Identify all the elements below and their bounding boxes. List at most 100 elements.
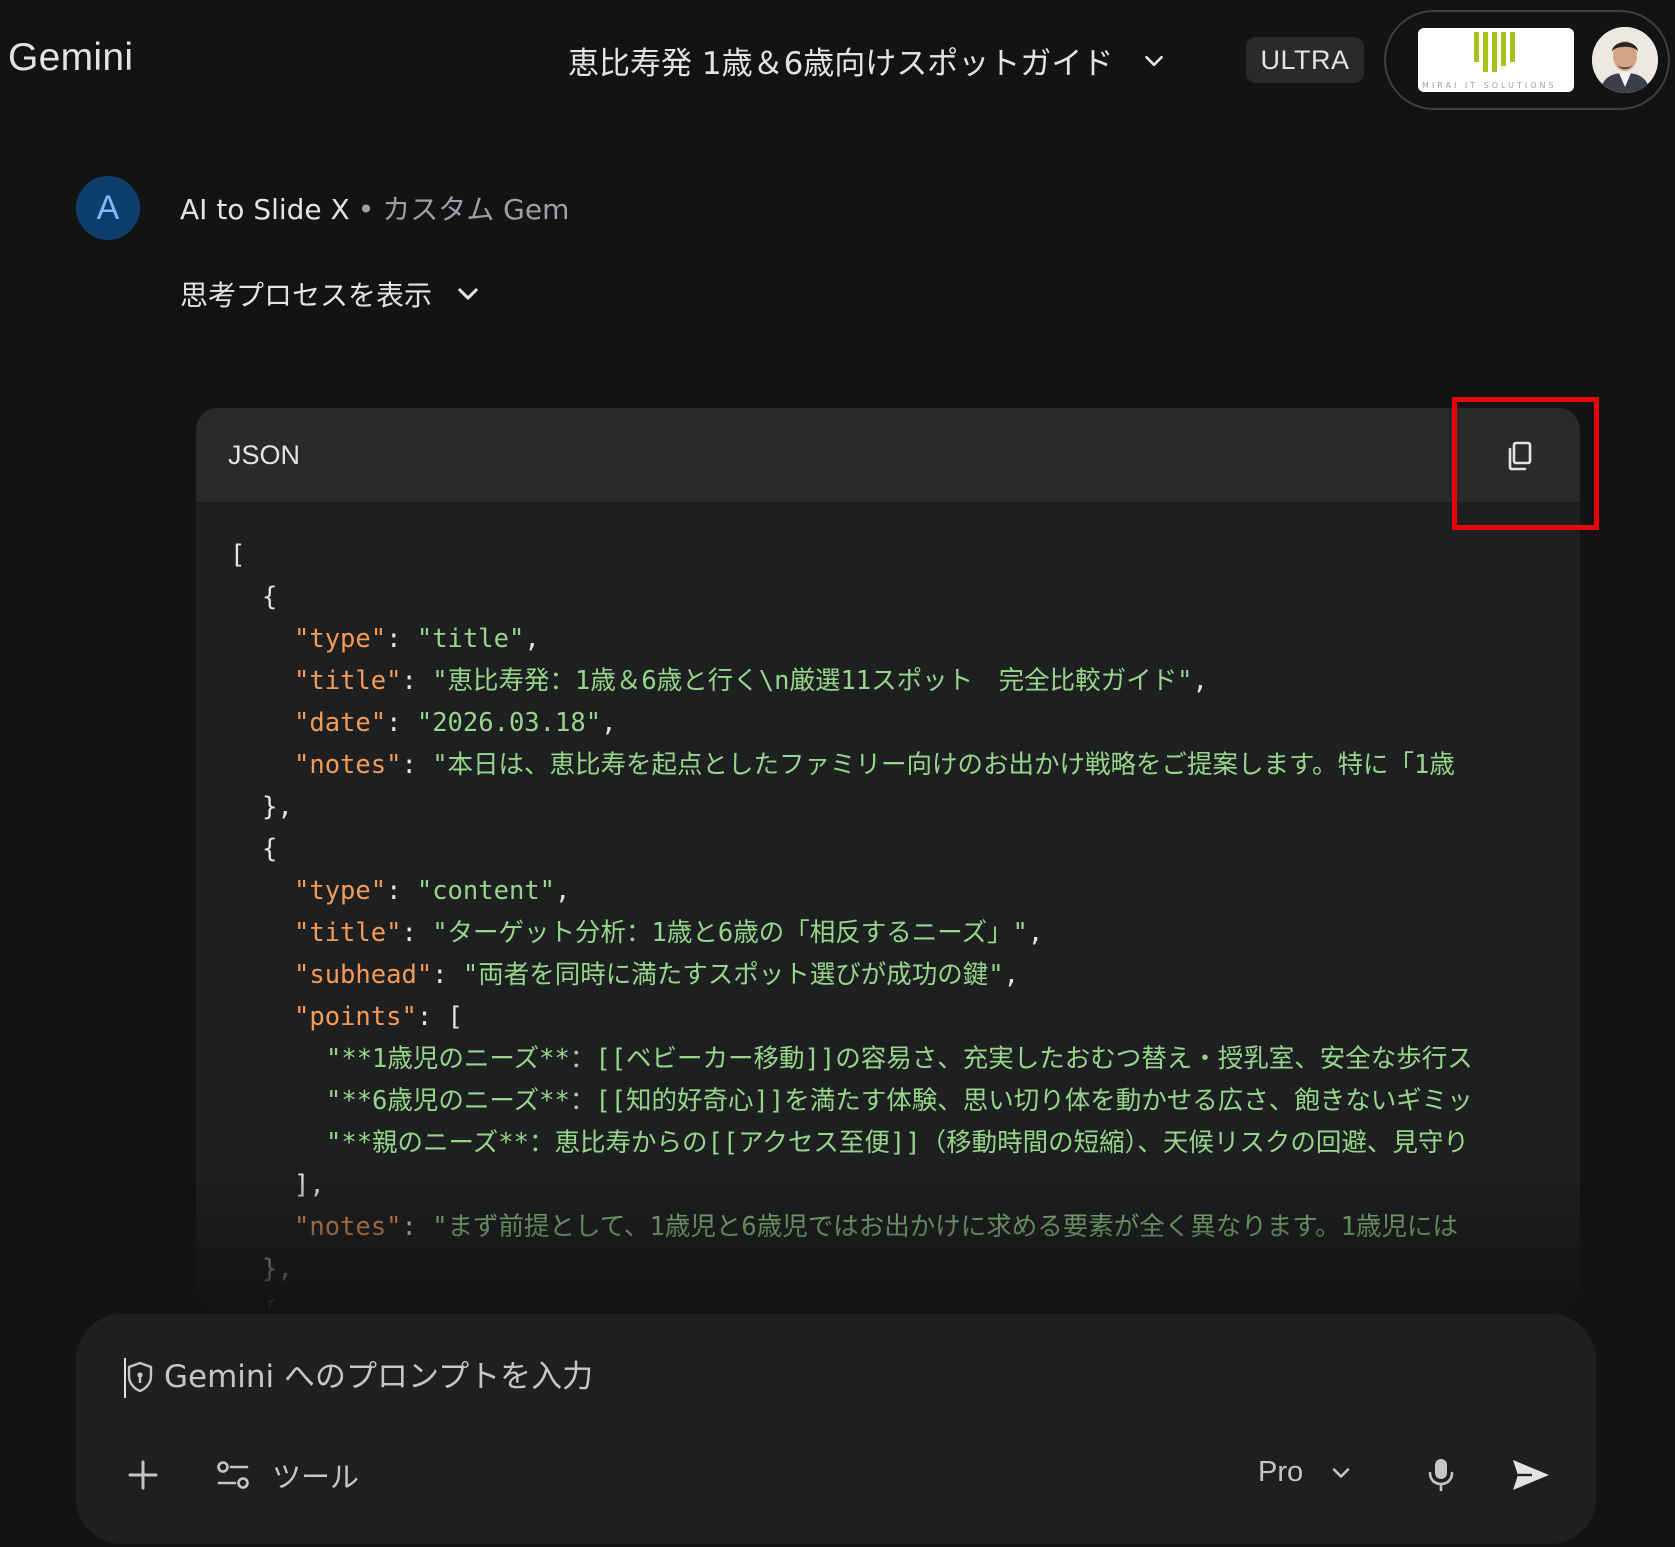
account-switcher[interactable]: MIRAI IT SOLUTIONS (1384, 10, 1670, 110)
code-line: [ (230, 534, 1580, 576)
code-line: "title": "恵比寿発：1歳＆6歳と行く\n厳選11スポット 完全比較ガイ… (230, 660, 1580, 702)
send-button[interactable] (1506, 1452, 1556, 1498)
gem-avatar: A (76, 176, 140, 240)
show-thinking-label: 思考プロセスを表示 (180, 279, 433, 312)
json-punctuation: [ (230, 540, 246, 570)
json-key: "type" (294, 624, 387, 654)
json-punctuation: }, (262, 792, 293, 822)
code-line: { (230, 828, 1580, 870)
code-line: { (230, 1290, 1580, 1308)
json-punctuation: : (386, 708, 417, 738)
json-punctuation: : (401, 666, 433, 696)
code-line: ], (230, 1164, 1580, 1206)
json-punctuation: , (1027, 918, 1044, 948)
code-line: }, (230, 786, 1580, 828)
gem-label: AI to Slide X • カスタム Gem (180, 188, 569, 228)
json-punctuation: : (432, 960, 463, 990)
tools-label: ツール (272, 1460, 360, 1494)
code-line: "subhead": "両者を同時に満たすスポット選びが成功の鍵", (230, 954, 1580, 996)
prompt-input[interactable] (162, 1350, 1462, 1404)
json-punctuation: : (401, 1212, 433, 1242)
json-string: "2026.03.18" (416, 708, 602, 738)
json-punctuation: , (1003, 960, 1019, 990)
code-content: [{"type": "title", "title": "恵比寿発：1歳＆6歳と行… (230, 534, 1580, 1308)
send-icon (1513, 1460, 1549, 1490)
json-key: "title" (294, 918, 402, 948)
code-line: "**6歳児のニーズ**：[[知的好奇心]]を満たす体験、思い切り体を動かせる広… (230, 1080, 1580, 1122)
json-punctuation: { (262, 582, 278, 612)
top-bar: Gemini 恵比寿発 1歳＆6歳向けスポットガイド ULTRA MIRAI I… (0, 0, 1675, 120)
json-string: "恵比寿発：1歳＆6歳と行く\n厳選11スポット 完全比較ガイド" (432, 666, 1193, 696)
json-string: "まず前提として、1歳児と6歳児ではお出かけに求める要素が全く異なります。1歳児… (432, 1212, 1459, 1242)
json-key: "title" (294, 666, 402, 696)
json-key: "date" (294, 708, 387, 738)
tools-button[interactable]: ツール (216, 1454, 359, 1496)
json-key: "points" (294, 1002, 417, 1032)
json-key: "notes" (294, 750, 402, 780)
tools-icon (217, 1461, 249, 1489)
json-key: "notes" (294, 1212, 402, 1242)
json-key: "subhead" (294, 960, 433, 990)
shield-icon (127, 1361, 153, 1393)
microphone-icon (1428, 1459, 1454, 1492)
json-string: "本日は、恵比寿を起点としたファミリー向けのお出かけ戦略をご提案します。特に「1… (432, 750, 1455, 780)
chevron-down-icon (1332, 1467, 1350, 1478)
code-line: "type": "title", (230, 618, 1580, 660)
show-thinking-toggle[interactable]: 思考プロセスを表示 (180, 274, 482, 314)
copy-icon (1508, 441, 1532, 471)
prompt-box: ツール Pro (76, 1314, 1596, 1544)
app-logo[interactable]: Gemini (8, 36, 133, 80)
text-caret (124, 1358, 126, 1398)
code-line: "points": [ (230, 996, 1580, 1038)
model-label: Pro (1258, 1456, 1304, 1488)
code-line: "notes": "本日は、恵比寿を起点としたファミリー向けのお出かけ戦略をご提… (230, 744, 1580, 786)
user-avatar[interactable] (1592, 27, 1658, 93)
model-selector[interactable]: Pro (1258, 1456, 1353, 1489)
gem-name[interactable]: AI to Slide X (180, 193, 350, 226)
json-punctuation: : (401, 750, 433, 780)
code-line: "date": "2026.03.18", (230, 702, 1580, 744)
code-block: JSON [{"type": "title", "title": "恵比寿発：1歳… (196, 408, 1580, 1308)
json-punctuation: : (386, 876, 417, 906)
code-line: { (230, 576, 1580, 618)
chat-title-dropdown[interactable]: 恵比寿発 1歳＆6歳向けスポットガイド (568, 38, 1167, 83)
gem-kind: カスタム Gem (382, 193, 570, 226)
chevron-down-icon (458, 288, 478, 300)
json-string: "ターゲット分析：1歳と6歳の「相反するニーズ」" (432, 918, 1028, 948)
json-string: "**1歳児のニーズ**：[[ベビーカー移動]]の容易さ、充実したおむつ替え・授… (326, 1044, 1473, 1074)
json-punctuation: ], (294, 1170, 325, 1200)
json-punctuation: , (1192, 666, 1208, 696)
chat-title-text: 恵比寿発 1歳＆6歳向けスポットガイド (568, 46, 1114, 82)
json-string: "title" (416, 624, 525, 654)
json-string: "両者を同時に満たすスポット選びが成功の鍵" (462, 960, 1004, 990)
json-punctuation: , (555, 876, 571, 906)
json-punctuation: { (262, 1296, 277, 1308)
code-line: }, (230, 1248, 1580, 1290)
json-punctuation: }, (262, 1254, 293, 1284)
copy-code-button[interactable] (1502, 438, 1538, 474)
json-punctuation: , (601, 708, 617, 738)
code-line: "**親のニーズ**：恵比寿からの[[アクセス至便]]（移動時間の短縮）、天候リ… (230, 1122, 1580, 1164)
json-string: "**親のニーズ**：恵比寿からの[[アクセス至便]]（移動時間の短縮）、天候リ… (326, 1128, 1469, 1158)
gem-separator: • (357, 193, 375, 226)
microphone-button[interactable] (1418, 1450, 1464, 1500)
code-line: "notes": "まず前提として、1歳児と6歳児ではお出かけに求める要素が全く… (230, 1206, 1580, 1248)
code-line: "**1歳児のニーズ**：[[ベビーカー移動]]の容易さ、充実したおむつ替え・授… (230, 1038, 1580, 1080)
plus-icon (128, 1460, 158, 1490)
code-language-label: JSON (228, 440, 301, 470)
code-line: "title": "ターゲット分析：1歳と6歳の「相反するニーズ」", (230, 912, 1580, 954)
chevron-down-icon (1145, 55, 1164, 66)
code-line: "type": "content", (230, 870, 1580, 912)
json-punctuation: { (262, 834, 278, 864)
json-punctuation: : [ (416, 1002, 463, 1032)
json-punctuation: , (524, 624, 540, 654)
json-key: "type" (294, 876, 387, 906)
json-punctuation: : (386, 624, 417, 654)
json-string: "**6歳児のニーズ**：[[知的好奇心]]を満たす体験、思い切り体を動かせる広… (326, 1086, 1473, 1116)
json-string: "content" (416, 876, 556, 906)
code-block-header: JSON (196, 408, 1580, 502)
add-attachment-button[interactable] (120, 1452, 166, 1498)
organization-logo: MIRAI IT SOLUTIONS (1418, 28, 1574, 92)
json-punctuation: : (401, 918, 433, 948)
plan-badge: ULTRA (1246, 37, 1364, 83)
